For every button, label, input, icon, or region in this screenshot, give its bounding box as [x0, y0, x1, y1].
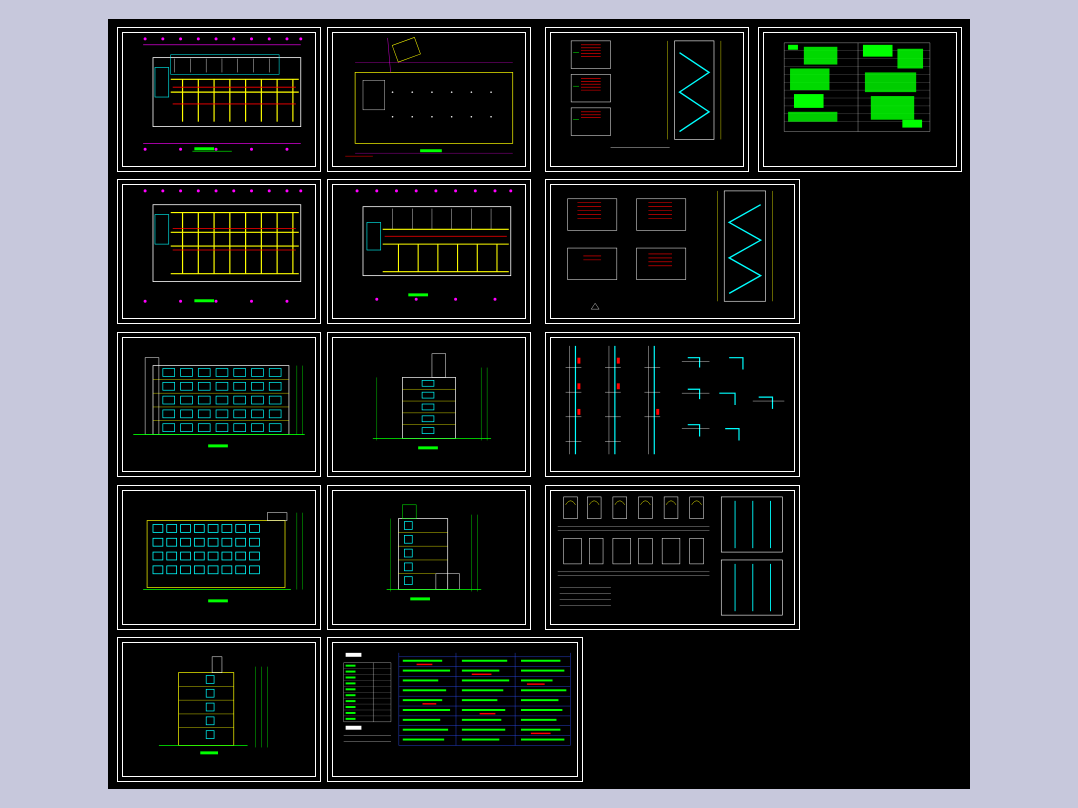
sheet-frame: [122, 642, 316, 777]
sheet-frame: [550, 337, 795, 472]
site-plan-drawing: [345, 37, 514, 157]
stair-detail-drawing: [567, 190, 773, 310]
sheet-side-elevation-3[interactable]: [117, 637, 321, 782]
elevation-drawing: [158, 656, 268, 755]
sheet-frame: [122, 337, 316, 472]
sheet-floor-plan-1[interactable]: [117, 27, 321, 172]
floor-plan-drawing: [143, 189, 303, 303]
sheet-site-plan[interactable]: [327, 27, 531, 172]
sheet-rear-elevation[interactable]: [117, 485, 321, 630]
sheet-frame: [122, 32, 316, 167]
sheet-frame: [332, 184, 526, 319]
sheet-side-elevation-1[interactable]: [327, 332, 531, 477]
sheet-wall-sections[interactable]: [545, 332, 800, 477]
stair-detail-drawing: [570, 40, 722, 148]
sheet-schedule-table[interactable]: [758, 27, 962, 172]
notes-drawing: [343, 652, 571, 746]
sheet-stair-detail-1[interactable]: [545, 27, 749, 172]
sheet-frame: [332, 337, 526, 472]
elevation-drawing: [143, 512, 303, 603]
schedule-table-drawing: [783, 42, 931, 132]
sheet-side-elevation-2[interactable]: [327, 485, 531, 630]
sheet-frame: [332, 490, 526, 625]
sheet-door-window-details[interactable]: [545, 485, 800, 630]
elevation-drawing: [372, 353, 492, 450]
sheet-frame: [550, 32, 744, 167]
floor-plan-drawing: [143, 37, 303, 152]
sheet-frame: [550, 184, 795, 319]
sheet-frame: [550, 490, 795, 625]
sheet-frame: [122, 184, 316, 319]
sheet-stair-detail-2[interactable]: [545, 179, 800, 324]
sheet-frame: [332, 32, 526, 167]
elevation-drawing: [386, 504, 482, 601]
elevation-drawing: [133, 357, 305, 448]
floor-plan-drawing: [355, 189, 513, 301]
sheet-design-notes[interactable]: [327, 637, 583, 782]
sheet-floor-plan-2[interactable]: [117, 179, 321, 324]
sheet-frame: [763, 32, 957, 167]
details-drawing: [557, 496, 783, 616]
drawing-canvas[interactable]: [108, 19, 970, 789]
sheet-floor-plan-3[interactable]: [327, 179, 531, 324]
sections-drawing: [565, 345, 785, 455]
sheet-frame: [332, 642, 578, 777]
sheet-front-elevation[interactable]: [117, 332, 321, 477]
sheet-frame: [122, 490, 316, 625]
